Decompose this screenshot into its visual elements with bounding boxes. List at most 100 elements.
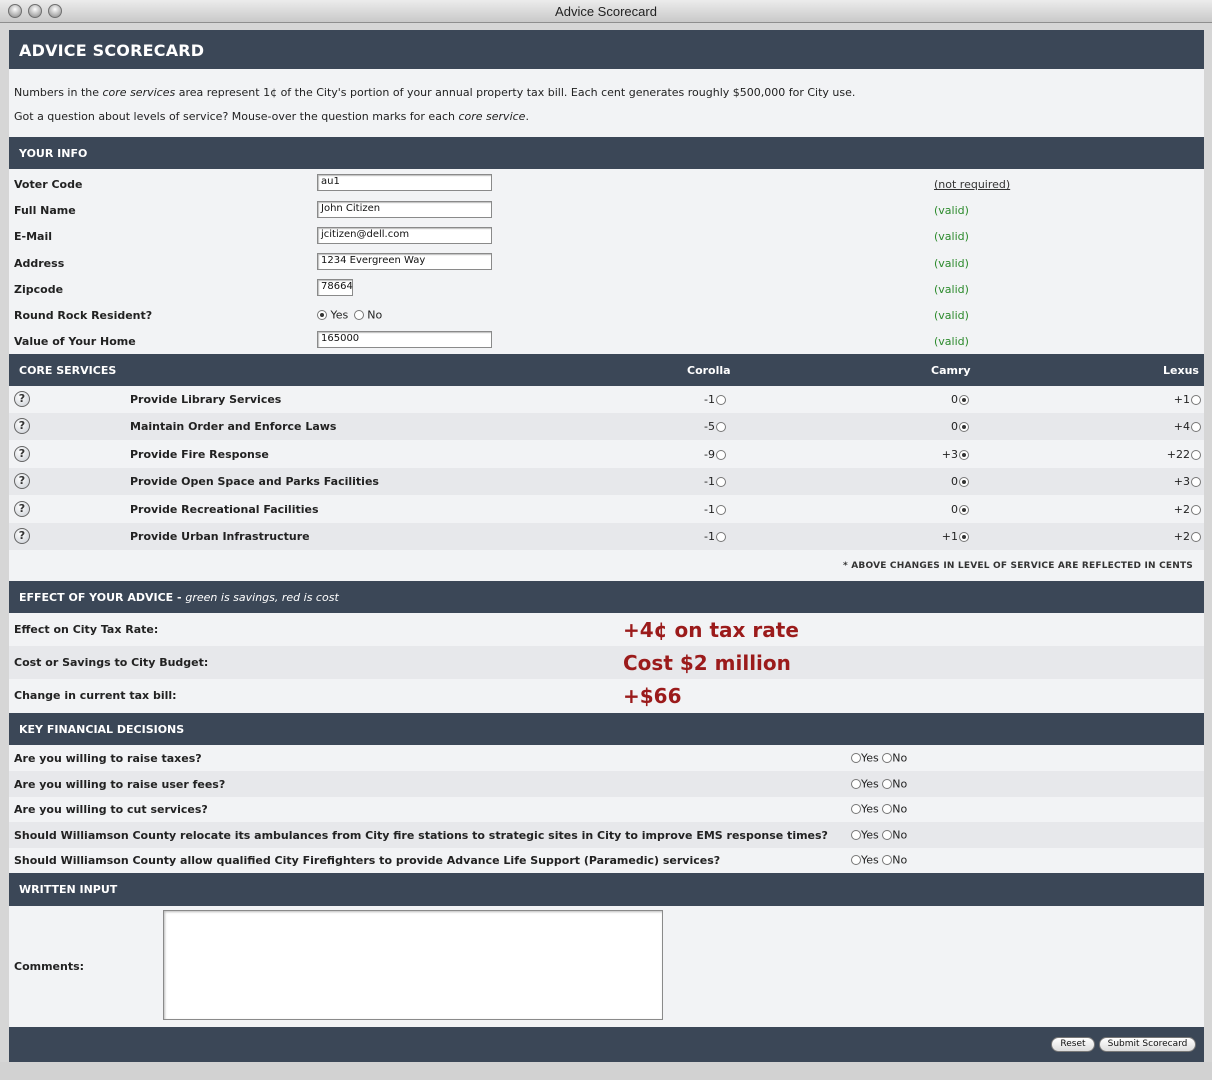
email-label: E-Mail	[14, 230, 52, 243]
section-title: EFFECT OF YOUR ADVICE - green is savings…	[19, 591, 339, 604]
decision-radio-group: Yes No	[851, 853, 907, 867]
address-input[interactable]: 1234 Evergreen Way	[317, 253, 492, 270]
column-lexus: Lexus	[1163, 364, 1199, 377]
core-services-header: CORE SERVICES Corolla Camry Lexus	[9, 354, 1204, 386]
service-option-corolla: -5	[704, 420, 726, 433]
service-corolla-radio[interactable]	[716, 477, 726, 488]
decision-no-radio[interactable]	[882, 855, 893, 865]
section-title: KEY FINANCIAL DECISIONS	[19, 723, 185, 736]
decision-no-label: No	[892, 828, 908, 841]
reset-button[interactable]: Reset	[1051, 1037, 1095, 1052]
service-camry-radio[interactable]	[959, 477, 969, 488]
service-camry-radio[interactable]	[959, 504, 969, 515]
decision-no-radio[interactable]	[882, 804, 893, 814]
service-camry-radio[interactable]	[959, 395, 969, 405]
page-title: ADVICE SCORECARD	[19, 41, 205, 60]
help-question-icon[interactable]: ?	[14, 473, 30, 490]
full-name-row: Full Name John Citizen (valid)	[9, 197, 1204, 223]
service-lexus-radio[interactable]	[1191, 395, 1201, 405]
option-value: -1	[704, 475, 715, 489]
service-option-corolla: -1	[704, 503, 726, 516]
full-name-input[interactable]: John Citizen	[317, 201, 492, 218]
core-service-name: Provide Fire Response	[130, 447, 269, 461]
service-lexus-radio[interactable]	[1191, 532, 1201, 542]
decision-row: Are you willing to cut services? Yes No	[9, 796, 1204, 822]
core-service-name: Provide Library Services	[130, 393, 282, 406]
tax-rate-row: Effect on City Tax Rate: +4¢ on tax rate	[9, 613, 1204, 646]
decision-radio-group: Yes No	[851, 777, 907, 790]
service-option-camry: +3	[942, 448, 969, 461]
intro-line-1: Numbers in the core services area repres…	[14, 86, 855, 99]
resident-yes-label: Yes	[330, 308, 349, 322]
decision-row: Are you willing to raise taxes? Yes No	[9, 745, 1204, 771]
home-value-status: (valid)	[934, 335, 969, 348]
service-camry-radio[interactable]	[959, 532, 969, 542]
service-lexus-radio[interactable]	[1191, 422, 1201, 433]
decision-yes-radio[interactable]	[851, 829, 861, 840]
decision-no-label: No	[892, 853, 908, 867]
service-corolla-radio[interactable]	[716, 504, 726, 515]
decision-yes-radio[interactable]	[851, 753, 861, 763]
service-corolla-radio[interactable]	[716, 449, 726, 460]
column-corolla: Corolla	[687, 364, 731, 377]
intro-text: area represent 1¢ of the City's portion …	[175, 86, 856, 99]
help-question-icon[interactable]: ?	[14, 500, 30, 517]
decision-no-radio[interactable]	[882, 778, 893, 789]
service-lexus-radio[interactable]	[1191, 449, 1201, 460]
home-value-row: Value of Your Home 165000 (valid)	[9, 328, 1204, 354]
decision-yes-radio[interactable]	[851, 778, 861, 789]
core-service-name: Provide Urban Infrastructure	[130, 530, 310, 543]
help-question-icon[interactable]: ?	[14, 528, 30, 544]
option-value: -1	[704, 530, 715, 543]
option-value: 0	[951, 475, 958, 489]
submit-scorecard-button[interactable]: Submit Scorecard	[1099, 1037, 1196, 1052]
comments-textarea[interactable]	[163, 910, 663, 1020]
resident-label: Round Rock Resident?	[14, 309, 153, 322]
decision-no-radio[interactable]	[882, 753, 893, 763]
decision-row: Should Williamson County relocate its am…	[9, 821, 1204, 848]
service-lexus-radio[interactable]	[1191, 504, 1201, 515]
service-option-corolla: -1	[704, 530, 726, 543]
help-question-icon[interactable]: ?	[14, 418, 30, 435]
tax-rate-value: +4¢ on tax rate	[623, 618, 799, 642]
service-corolla-radio[interactable]	[716, 422, 726, 433]
help-question-icon[interactable]: ?	[14, 445, 30, 462]
decision-no-label: No	[892, 751, 908, 765]
voter-code-status: (not required)	[934, 178, 1011, 191]
service-corolla-radio[interactable]	[716, 532, 726, 542]
decision-yes-radio[interactable]	[851, 855, 861, 865]
email-field[interactable]: jcitizen@dell.com	[317, 227, 492, 244]
decision-no-label: No	[892, 802, 908, 816]
window-bottom-edge	[0, 1062, 1212, 1080]
core-service-name: Provide Recreational Facilities	[130, 502, 319, 516]
intro-text: Numbers in the	[14, 86, 103, 99]
decision-row: Should Williamson County allow qualified…	[9, 847, 1204, 873]
core-service-row: ? Provide Open Space and Parks Facilities…	[9, 468, 1204, 496]
option-value: +4	[1173, 420, 1190, 434]
decision-yes-radio[interactable]	[851, 804, 861, 814]
service-camry-radio[interactable]	[959, 422, 969, 433]
your-info-header: YOUR INFO	[9, 137, 1204, 169]
resident-yes-radio[interactable]	[317, 310, 327, 320]
service-option-camry: 0	[951, 475, 969, 488]
voter-code-row: Voter Code au1 (not required)	[9, 171, 1204, 197]
option-value: +3	[941, 447, 958, 461]
voter-code-input[interactable]: au1	[317, 174, 492, 191]
key-decisions-header: KEY FINANCIAL DECISIONS	[9, 713, 1204, 745]
option-value: +2	[1173, 530, 1190, 543]
zipcode-input[interactable]: 78664	[317, 279, 353, 296]
help-question-icon[interactable]: ?	[14, 391, 30, 407]
resident-no-radio[interactable]	[353, 310, 364, 320]
option-value: +1	[1173, 393, 1190, 406]
option-value: -9	[704, 447, 715, 461]
service-corolla-radio[interactable]	[716, 395, 726, 405]
service-camry-radio[interactable]	[959, 449, 969, 460]
decision-yes-label: Yes	[861, 802, 879, 816]
budget-row: Cost or Savings to City Budget: Cost $2 …	[9, 646, 1204, 679]
decision-no-radio[interactable]	[882, 829, 893, 840]
option-value: +22	[1166, 447, 1190, 461]
service-lexus-radio[interactable]	[1191, 477, 1201, 488]
option-value: 0	[951, 420, 958, 434]
home-value-input[interactable]: 165000	[317, 331, 492, 348]
option-value: 0	[951, 502, 958, 516]
